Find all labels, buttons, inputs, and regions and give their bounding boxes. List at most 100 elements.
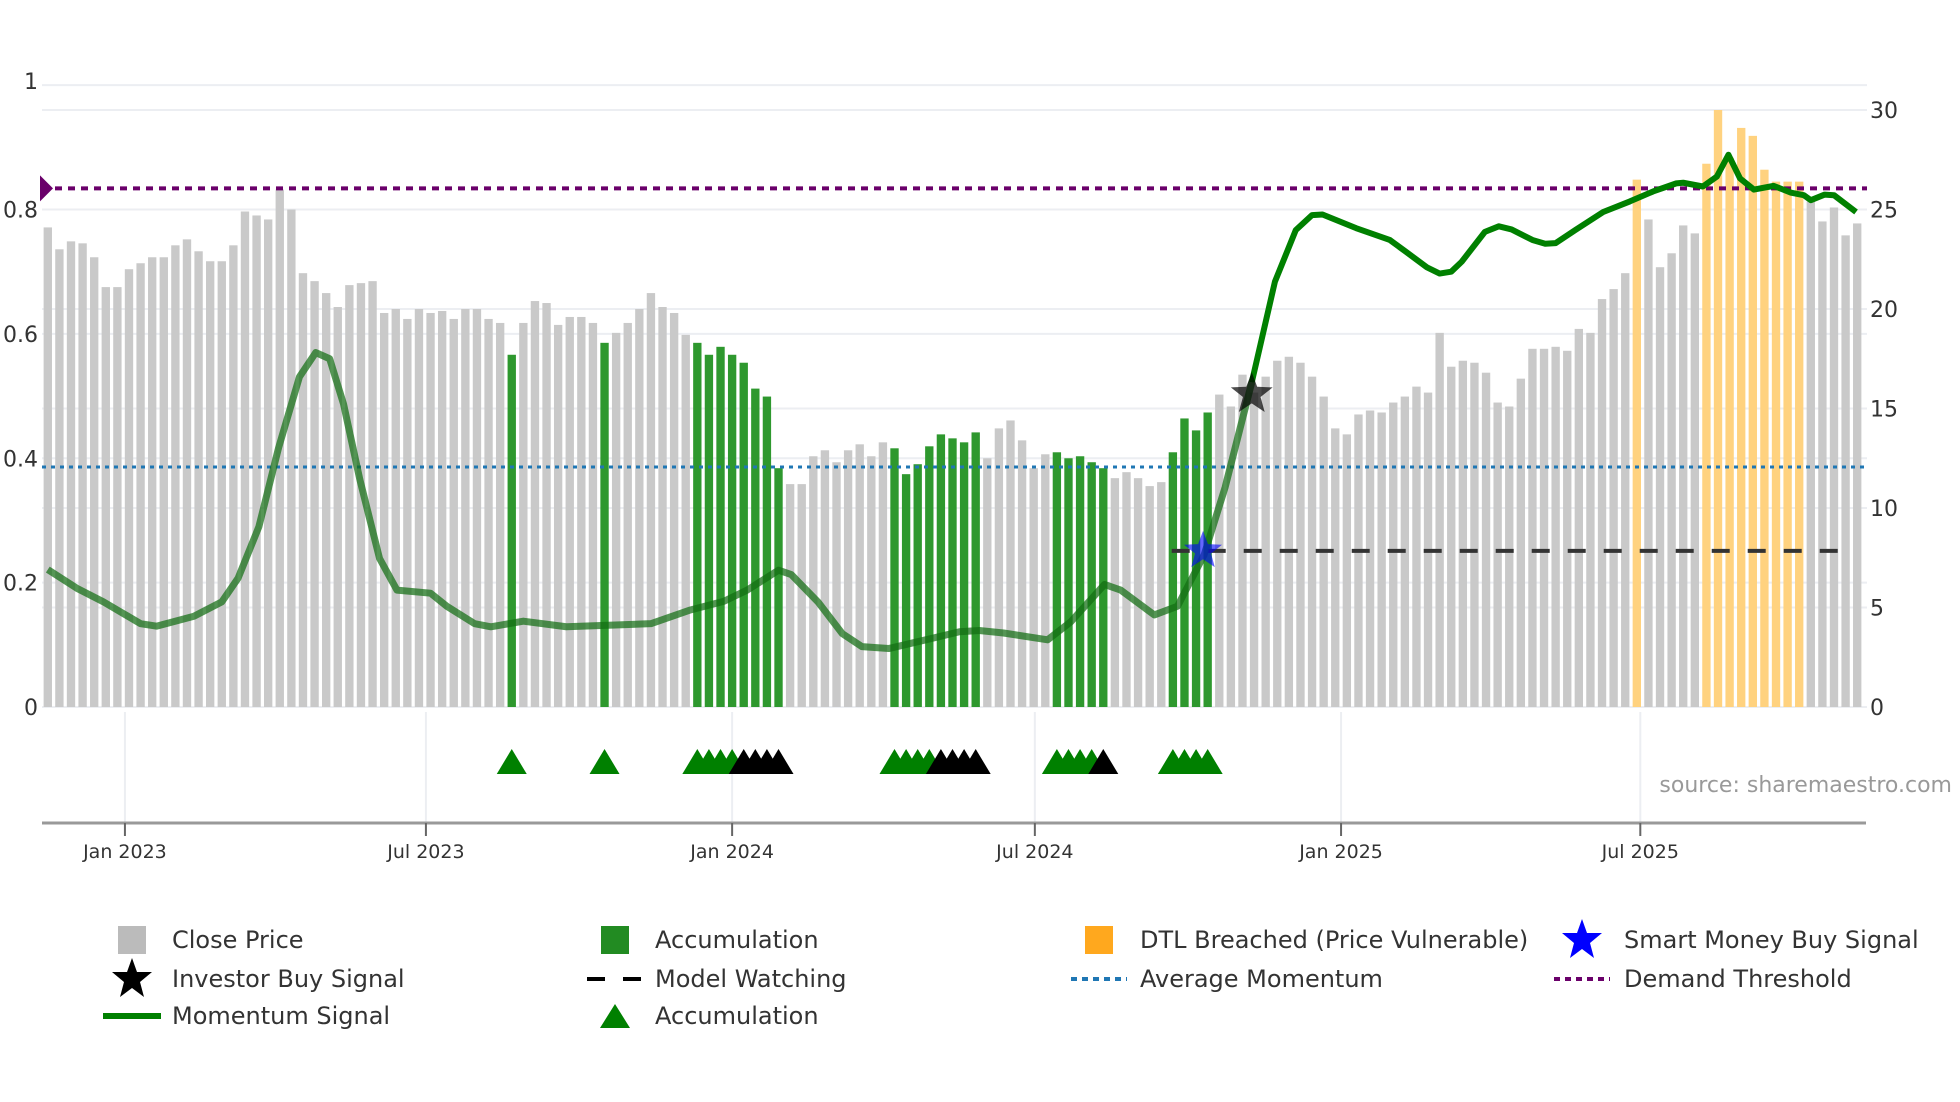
- close-price-bar: [1481, 372, 1491, 707]
- y-right-tick-label: 30: [1870, 99, 1898, 124]
- close-price-bar: [1574, 328, 1584, 707]
- close-price-bar: [1006, 420, 1015, 707]
- close-price-bar: [124, 269, 134, 707]
- y-right-tick-label: 25: [1870, 199, 1898, 224]
- x-tick-label: Jan 2023: [82, 841, 167, 863]
- close-price-bar: [1435, 332, 1444, 707]
- close-price-bar: [1331, 428, 1340, 707]
- close-price-bar: [1516, 378, 1526, 707]
- close-price-bar: [1818, 221, 1827, 707]
- accumulation-bar: [1087, 462, 1096, 707]
- close-price-bar: [635, 309, 644, 707]
- close-price-bar: [426, 312, 435, 707]
- accumulation-bar: [739, 362, 748, 707]
- accumulation-bar: [1075, 456, 1085, 707]
- close-price-bar: [345, 285, 354, 707]
- close-price-bar: [194, 251, 203, 708]
- close-price-bar: [519, 322, 528, 707]
- source-credit: source: sharemaestro.com: [1659, 773, 1952, 798]
- y-left-tick-label: 0.6: [3, 323, 38, 348]
- accumulation-bar: [890, 448, 899, 707]
- x-tick-label: Jul 2023: [386, 841, 464, 863]
- dtl-breached-bar: [1760, 169, 1769, 707]
- close-price-bar: [229, 245, 238, 707]
- close-price-bar: [669, 312, 679, 707]
- close-price-bar: [1458, 360, 1468, 707]
- close-price-bar: [78, 243, 87, 707]
- close-price-bar: [820, 450, 830, 707]
- close-price-bar: [1539, 348, 1549, 707]
- close-price-bar: [1597, 299, 1607, 707]
- close-price-bar: [1853, 223, 1862, 707]
- close-price-bar: [66, 241, 76, 707]
- x-tick-label: Jul 2024: [995, 841, 1073, 863]
- close-price-bar: [1017, 440, 1027, 707]
- close-price-bar: [565, 316, 574, 707]
- accumulation-bar: [1180, 418, 1189, 707]
- close-price-bar: [1447, 366, 1456, 707]
- demand-threshold-diamond-icon: [40, 175, 53, 202]
- y-left-tick-label: 0: [24, 696, 38, 721]
- close-price-bar: [1307, 376, 1317, 707]
- close-price-bar: [1829, 207, 1839, 707]
- accumulation-bar: [716, 346, 725, 707]
- close-price-bar: [1690, 233, 1699, 707]
- accumulation-bar: [774, 468, 783, 707]
- y-left-tick-label: 1: [24, 70, 38, 95]
- y-right-tick-label: 20: [1870, 298, 1898, 323]
- close-price-bar: [809, 456, 818, 707]
- close-price-bar: [1655, 267, 1665, 707]
- accumulation-bar: [600, 342, 609, 707]
- dtl-breached-bar: [1737, 127, 1746, 707]
- y-left-tick-label: 0.2: [3, 572, 38, 597]
- y-right-tick-label: 5: [1870, 597, 1884, 622]
- close-price-bar: [1493, 402, 1502, 707]
- x-tick-label: Jan 2025: [1298, 841, 1383, 863]
- accumulation-triangle-icon: [496, 749, 527, 774]
- close-price-bar: [588, 322, 598, 707]
- y-left-tick-label: 0.4: [3, 447, 38, 472]
- close-price-bar: [797, 484, 806, 707]
- close-price-bar: [263, 219, 273, 707]
- close-price-bar: [1505, 406, 1514, 707]
- signal-chart: Jan 2023 Jul 2023 Jan 2024 Jul 2024 Jan 2025…: [3, 70, 1952, 863]
- close-price-bar: [542, 303, 551, 707]
- close-price-bar: [113, 287, 122, 707]
- close-price-bar: [785, 484, 795, 707]
- close-price-bar: [368, 281, 377, 707]
- close-price-bar: [1644, 219, 1653, 707]
- accumulation-triangle-icon: [589, 749, 620, 774]
- close-price-bar: [1273, 360, 1282, 707]
- close-price-bar: [1841, 235, 1850, 707]
- close-price-bar: [437, 310, 447, 707]
- close-price-bar: [681, 334, 690, 707]
- close-price-bar: [577, 316, 586, 707]
- close-price-bar: [1261, 376, 1270, 707]
- close-price-bar: [252, 215, 261, 707]
- close-price-bar: [1563, 350, 1572, 707]
- close-price-bar: [1609, 289, 1618, 707]
- close-price-bar: [1528, 348, 1537, 707]
- close-price-bar: [878, 442, 888, 707]
- close-price-bar: [1389, 402, 1398, 707]
- close-price-bar: [461, 309, 470, 707]
- close-price-bar: [90, 257, 99, 707]
- accumulation-bar: [762, 396, 772, 707]
- close-price-bar: [1667, 253, 1676, 707]
- close-price-bar: [983, 458, 992, 707]
- close-price-bar: [843, 450, 853, 707]
- close-price-bar: [136, 263, 145, 707]
- close-price-bar: [495, 322, 505, 707]
- close-price-bar: [403, 318, 412, 707]
- close-price-bar: [623, 322, 632, 707]
- close-price-bar: [867, 456, 876, 707]
- dtl-breached-bar: [1795, 181, 1804, 707]
- accumulation-bar: [901, 474, 911, 707]
- close-price-bar: [1342, 434, 1352, 707]
- accumulation-bar: [959, 442, 969, 707]
- close-price-bar: [379, 312, 389, 707]
- close-price-bar: [1029, 468, 1038, 707]
- close-price-bar: [171, 245, 180, 707]
- dtl-breached-bar: [1771, 181, 1781, 707]
- close-price-bar: [148, 257, 157, 707]
